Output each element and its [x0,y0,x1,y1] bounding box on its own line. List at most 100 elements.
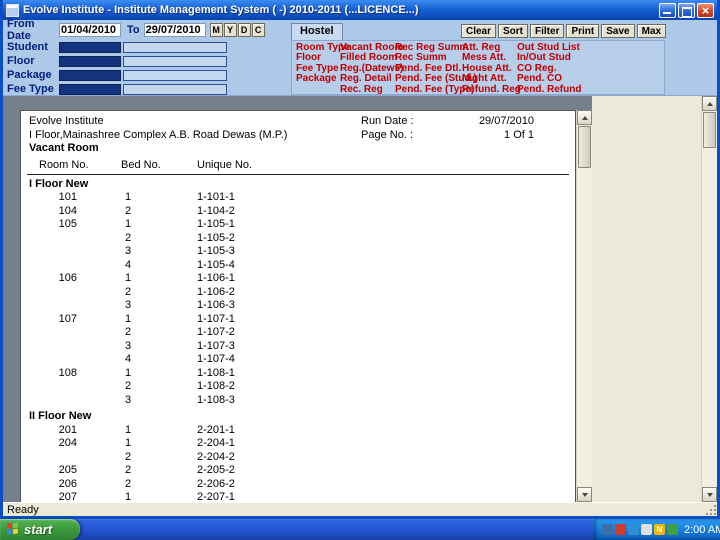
report-institute-name: Evolve Institute [29,115,104,127]
cell-bed-no: 4 [125,353,132,365]
report-link-rec-reg[interactable]: Rec. Reg [340,84,395,95]
norton-icon[interactable]: N [654,524,665,535]
to-date-input[interactable] [143,23,206,37]
security-icon[interactable] [667,524,678,535]
cell-room-no: 105 [58,218,77,230]
antivirus-icon[interactable] [615,524,626,535]
filter-button[interactable]: Filter [530,24,565,38]
window-title: Evolve Institute - Institute Management … [23,4,419,16]
report-table-row: 204 1 2-204-1 [21,437,575,451]
cell-unique-no: 1-107-4 [197,353,235,365]
report-links-column: Att. Reg Mess Att. House Att. Night Att. Ref… [462,42,521,95]
report-links-column: Room Type Floor Fee Type Package [296,42,350,92]
save-button[interactable]: Save [601,24,635,38]
messenger-icon[interactable] [628,524,639,535]
report-viewer-area: Evolve Institute Run Date : 29/07/2010 I… [3,96,717,502]
cell-bed-no: 1 [125,218,132,230]
report-scroll-down-button[interactable] [577,487,592,502]
report-table-row: 3 1-106-3 [21,299,575,313]
report-table-row: 3 1-107-3 [21,340,575,354]
cell-unique-no: 1-106-2 [197,285,235,298]
filter-select-field[interactable] [59,55,121,67]
report-link-pend-refund[interactable]: Pend. Refund [517,84,660,95]
window-scrollbar-thumb[interactable] [703,112,716,148]
from-date-input[interactable] [59,23,121,37]
max-button[interactable]: Max [636,24,667,38]
cell-bed-no: 2 [125,380,132,392]
filter-row-fee-type: Fee Type [7,82,227,96]
close-button[interactable] [697,2,714,18]
report-section-header: II Floor New [29,410,92,422]
cell-unique-no: 1-105-4 [197,258,235,271]
windows-flag-icon [7,522,20,537]
report-scroll-up-button[interactable] [577,110,592,125]
print-button[interactable]: Print [566,24,600,38]
sort-button[interactable]: Sort [498,24,529,38]
cell-room-no: 106 [58,272,77,284]
cell-unique-no: 2-206-2 [197,477,235,490]
page-no-label: Page No. : [361,128,413,141]
report-table-body: I Floor New 101 1 1-101-1 104 2 1-104-2 105 1 1-1… [21,178,575,503]
minimize-button[interactable] [659,2,676,18]
filter-value-field[interactable] [123,83,227,95]
app-icon [6,3,19,17]
date-mode-c-button[interactable]: C [251,23,265,37]
app-window: Evolve Institute - Institute Management … [0,0,720,519]
filter-select-field[interactable] [59,69,121,81]
cell-bed-no: 2 [125,450,132,463]
status-bar: Ready [3,502,717,516]
cell-unique-no: 1-108-3 [197,393,235,406]
taskbar-empty-area [80,519,594,540]
cell-room-no: 204 [58,437,77,449]
date-mode-y-button[interactable]: Y [223,23,237,37]
filter-value-field[interactable] [123,69,227,81]
report-link-refund-reg[interactable]: Refund. Reg [462,84,521,95]
cell-unique-no: 1-106-3 [197,299,235,311]
volume-icon[interactable] [641,524,652,535]
maximize-button[interactable] [678,2,695,18]
resize-grip[interactable] [704,503,717,516]
report-link-package[interactable]: Package [296,73,340,84]
toolbar-band: From Date To MYDC Student Floor Package Fee… [3,18,717,96]
cell-room-no: 207 [58,491,77,502]
date-mode-m-button[interactable]: M [209,23,223,37]
window-scroll-down-button[interactable] [702,487,717,502]
window-scroll-up-button[interactable] [702,96,717,111]
clear-button[interactable]: Clear [461,24,497,38]
window-vertical-scrollbar[interactable] [701,96,717,502]
cell-unique-no: 1-107-3 [197,339,235,352]
status-text: Ready [7,503,39,516]
filter-rows: Student Floor Package Fee Type [7,40,227,96]
filter-select-field[interactable] [59,41,121,53]
network-icon[interactable] [602,524,613,535]
report-link-pend-fee-type[interactable]: Pend. Fee (Type) [395,84,474,95]
report-links-column: Out Stud List In/Out Stud CO Reg. Pend. CO P… [517,42,660,95]
cell-bed-no: 1 [125,437,132,449]
filter-value-field[interactable] [123,55,227,67]
report-scrollbar-thumb[interactable] [578,126,591,168]
filter-label: Fee Type [7,83,54,95]
report-table-row: 4 1-105-4 [21,259,575,273]
cell-bed-no: 1 [125,312,132,325]
filter-value-field[interactable] [123,41,227,53]
cell-room-no: 201 [58,423,77,436]
date-mode-d-button[interactable]: D [237,23,251,37]
cell-unique-no: 1-107-1 [197,312,235,325]
report-table-row: 104 2 1-104-2 [21,205,575,219]
cell-room-no: 101 [58,191,77,203]
cell-unique-no: 2-205-2 [197,464,235,476]
cell-bed-no: 1 [125,272,132,284]
filter-row-floor: Floor [7,54,227,68]
cell-bed-no: 2 [125,477,132,490]
col-header-room-no: Room No. [39,158,89,171]
start-button[interactable]: start [0,519,80,540]
filter-label: Package [7,69,52,81]
cell-unique-no: 1-105-3 [197,245,235,257]
tab-hostel[interactable]: Hostel [291,23,343,40]
report-column-headers: Room No. Bed No. Unique No. [27,159,569,175]
filter-row-package: Package [7,68,227,82]
report-vertical-scrollbar[interactable] [576,110,592,502]
report-table-row: 2 2-204-2 [21,451,575,465]
filter-select-field[interactable] [59,83,121,95]
report-table-row: 206 2 2-206-2 [21,478,575,492]
